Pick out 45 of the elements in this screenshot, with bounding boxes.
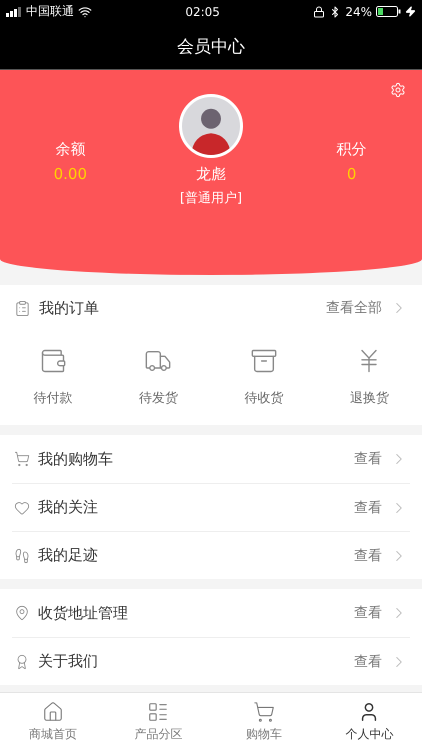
section-title: 我的订单 [39,298,100,318]
home-icon [42,700,64,722]
menu-item-label[interactable]: 我的购物车 [38,450,346,468]
points-value: 0 [346,165,356,183]
list-icon [147,700,170,722]
view-all-link[interactable]: 查看全部 [326,299,382,317]
view-link[interactable]: 查看 [354,450,382,468]
battery-icon [376,6,401,17]
location-pin-icon [14,605,30,621]
menu-item-label[interactable]: 我的足迹 [38,546,346,565]
balance-label: 余额 [55,140,86,159]
tab-item[interactable]: 产品分区 [106,693,211,750]
menu-item-label[interactable]: 我的关注 [38,498,346,517]
tab-item[interactable]: 商城首页 [0,693,106,750]
settings-icon[interactable] [390,82,406,98]
tab-item[interactable]: 个人中心 [316,693,422,750]
tab-item[interactable]: 购物车 [211,693,316,750]
carrier-name: 中国联通 [26,3,74,20]
heart-icon [14,500,30,516]
user-name: 龙彪 [196,165,226,184]
cart-icon [14,451,30,467]
charging-icon [404,6,416,17]
order-status-label[interactable]: 待发货 [138,389,178,407]
lock-icon [313,6,326,18]
clock-time: 02:05 [185,4,220,18]
box-icon [250,347,278,375]
order-status-label[interactable]: 待付款 [33,389,72,407]
view-link[interactable]: 查看 [354,498,382,516]
cart-icon [252,700,275,722]
footprint-icon [14,548,30,564]
order-status-label[interactable]: 退换货 [350,389,389,407]
menu-item-label[interactable]: 收货地址管理 [38,604,346,622]
order-status-label[interactable]: 待收货 [244,389,284,407]
view-link[interactable]: 查看 [354,604,382,622]
page-title: 会员中心 [177,36,245,58]
view-link[interactable]: 查看 [354,652,382,670]
balance-value: 0.00 [54,165,88,183]
member-level: [普通用户] [180,190,242,207]
points-label: 积分 [336,140,367,159]
clipboard-icon [14,300,31,316]
view-link[interactable]: 查看 [354,546,382,564]
wifi-icon [78,4,92,18]
signal-icon [6,6,22,16]
menu-item-label[interactable]: 关于我们 [38,652,346,671]
battery-percent: 24% [345,4,372,18]
